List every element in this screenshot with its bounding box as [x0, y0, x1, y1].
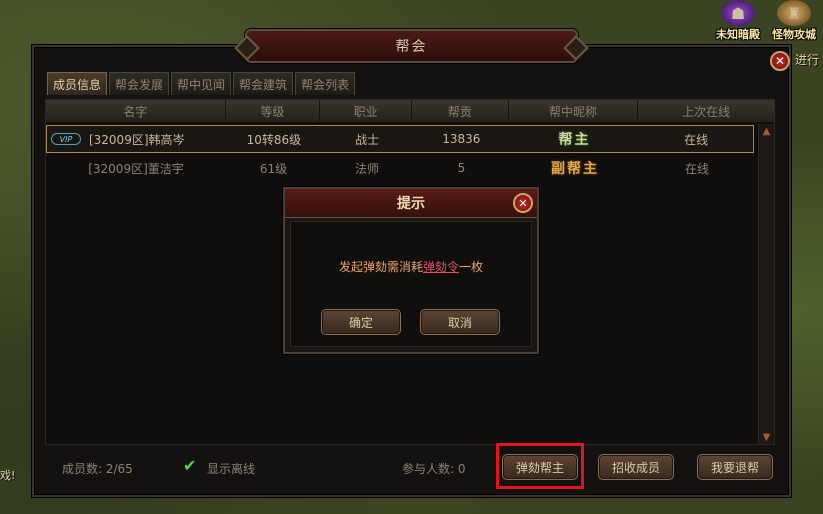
guild-tabs: 成员信息 帮会发展 帮中见闻 帮会建筑 帮会列表: [47, 72, 356, 95]
header-name[interactable]: 名字: [46, 100, 226, 122]
header-guild-title[interactable]: 帮中昵称: [509, 100, 639, 122]
member-guild-title: 帮主: [510, 126, 640, 152]
impeach-token-link[interactable]: 弹劾令: [423, 260, 459, 274]
chat-fragment: 戏!: [0, 469, 16, 482]
recruit-member-button[interactable]: 招收成员: [598, 454, 674, 480]
member-last-online: 在线: [684, 161, 709, 176]
participant-count: 参与人数: 0: [402, 462, 466, 476]
dialog-message: 发起弹劾需消耗弹劾令一枚: [291, 258, 531, 275]
monster-siege-button[interactable]: ♜ 怪物攻城: [768, 0, 820, 42]
unknown-dark-hall-label: 未知暗殿: [716, 28, 760, 41]
tab-members[interactable]: 成员信息: [47, 72, 108, 95]
header-level[interactable]: 等级: [226, 100, 321, 122]
member-class: 战士: [355, 132, 380, 147]
member-contribution: 5: [457, 161, 466, 175]
guild-window-title-bar[interactable]: 帮会: [245, 29, 578, 63]
member-count: 成员数: 2/65: [62, 462, 133, 476]
tab-buildings[interactable]: 帮会建筑: [233, 72, 294, 95]
castle-icon: ♜: [777, 0, 811, 26]
table-header: 名字 等级 职业 帮贡 帮中昵称 上次在线: [46, 100, 774, 122]
header-class[interactable]: 职业: [320, 100, 412, 122]
cancel-button[interactable]: 取消: [420, 309, 500, 335]
leader-title-badge: 帮主: [558, 132, 591, 148]
confirm-dialog: 提示 ✕ 发起弹劾需消耗弹劾令一枚 确定 取消: [283, 187, 539, 354]
header-contribution[interactable]: 帮贡: [412, 100, 509, 122]
table-scrollbar[interactable]: ▲ ▼: [758, 124, 774, 444]
show-offline-label[interactable]: 显示离线: [207, 460, 255, 477]
member-last-online: 在线: [684, 132, 709, 147]
dialog-title: 提示: [397, 196, 425, 212]
member-contribution: 13836: [442, 132, 481, 146]
tab-news[interactable]: 帮中见闻: [171, 72, 232, 95]
confirm-button[interactable]: 确定: [321, 309, 401, 335]
dialog-message-prefix: 发起弹劾需消耗: [339, 260, 424, 274]
close-icon: ✕: [774, 54, 786, 68]
dialog-message-suffix: 一枚: [459, 260, 484, 274]
vice-leader-title-badge: 副帮主: [551, 161, 599, 177]
demon-icon: ☗: [721, 0, 755, 26]
header-last-online[interactable]: 上次在线: [638, 100, 774, 122]
member-level: 61级: [259, 161, 288, 176]
monster-siege-label: 怪物攻城: [772, 28, 816, 41]
member-class: 法师: [354, 161, 379, 176]
unknown-dark-hall-button[interactable]: ☗ 未知暗殿: [712, 0, 764, 42]
show-offline-checkbox[interactable]: ✔: [183, 458, 201, 474]
vip-badge-icon: VIP: [51, 133, 81, 145]
member-level: 10转86级: [246, 132, 302, 147]
tab-guild-list[interactable]: 帮会列表: [295, 72, 356, 95]
tab-development[interactable]: 帮会发展: [109, 72, 170, 95]
table-row[interactable]: [32009区]董洁宇 61级 法师 5 副帮主 在线: [46, 154, 754, 182]
window-title: 帮会: [395, 39, 428, 55]
scroll-down-icon[interactable]: ▼: [759, 430, 774, 444]
quit-guild-button[interactable]: 我要退帮: [697, 454, 773, 480]
member-name: [32009区]董洁宇: [88, 161, 184, 176]
dialog-header[interactable]: 提示: [285, 189, 537, 218]
dialog-close-button[interactable]: ✕: [513, 193, 533, 213]
close-icon: ✕: [518, 196, 528, 210]
close-window-button[interactable]: ✕: [770, 51, 790, 71]
member-guild-title: 副帮主: [510, 154, 640, 182]
scroll-up-icon[interactable]: ▲: [759, 124, 774, 138]
in-progress-link[interactable]: 进行: [795, 51, 819, 68]
impeach-leader-button[interactable]: 弹劾帮主: [502, 454, 578, 480]
table-row[interactable]: VIP [32009区]韩高岑 10转86级 战士 13836 帮主 在线: [46, 125, 754, 153]
